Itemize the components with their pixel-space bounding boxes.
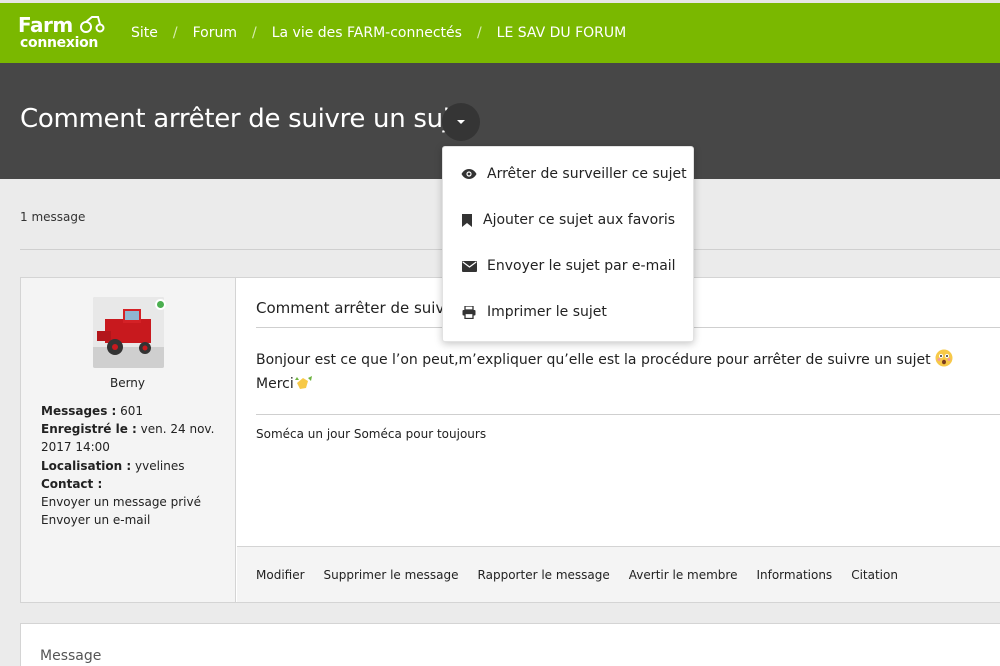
- post-author-name[interactable]: Berny: [21, 376, 234, 390]
- breadcrumb-category[interactable]: La vie des FARM-connectés: [272, 25, 462, 41]
- breadcrumb-site[interactable]: Site: [131, 25, 158, 41]
- tractor-logo-icon: [80, 16, 105, 33]
- breadcrumb-separator: /: [172, 25, 178, 41]
- warn-member-link[interactable]: Avertir le membre: [629, 568, 738, 582]
- send-email-link[interactable]: Envoyer un e-mail: [41, 513, 150, 527]
- edit-post-link[interactable]: Modifier: [256, 568, 305, 582]
- reply-box[interactable]: Message: [20, 623, 1000, 666]
- profile-location: Localisation : yvelines: [41, 458, 185, 473]
- breadcrumb-separator: /: [252, 25, 257, 41]
- menu-item-print-topic[interactable]: Imprimer le sujet: [443, 289, 695, 335]
- profile-registered: Enregistré le : ven. 24 nov. 2017 14:00: [41, 422, 215, 455]
- menu-item-email-topic[interactable]: Envoyer le sujet par e-mail: [443, 243, 695, 289]
- profile-contact: Contact :: [41, 476, 103, 491]
- delete-post-link[interactable]: Supprimer le message: [324, 568, 459, 582]
- menu-item-label: Envoyer le sujet par e-mail: [487, 258, 676, 274]
- breadcrumb: Site / Forum / La vie des FARM-connectés…: [131, 3, 626, 63]
- bookmark-icon: [462, 213, 472, 227]
- clapping-emoji-icon: [294, 376, 312, 389]
- avatar[interactable]: [93, 297, 164, 368]
- printer-icon: [462, 305, 476, 319]
- breadcrumb-forum[interactable]: Forum: [193, 25, 237, 41]
- post-body-line: Bonjour est ce que l’on peut,m’expliquer…: [256, 352, 931, 368]
- post-body-line: Merci: [256, 376, 294, 392]
- divider: [256, 414, 1000, 415]
- post-subject[interactable]: Comment arrêter de suivre: [256, 299, 459, 317]
- caret-down-icon: [457, 120, 465, 124]
- post-author-panel: Berny Messages : 601 Enregistré le : ven…: [21, 278, 236, 602]
- post-signature: Soméca un jour Soméca pour toujours: [256, 427, 487, 441]
- post-actions-bar: Modifier Supprimer le message Rapporter …: [237, 546, 1000, 602]
- menu-item-label: Ajouter ce sujet aux favoris: [483, 212, 676, 228]
- breadcrumb-subforum[interactable]: LE SAV DU FORUM: [497, 25, 627, 41]
- astonished-emoji-icon: [935, 349, 953, 367]
- navbar: Farm connexion Site / Forum / La vie des…: [0, 3, 1000, 63]
- site-logo[interactable]: Farm connexion: [18, 13, 108, 55]
- send-private-message-link[interactable]: Envoyer un message privé: [41, 495, 201, 509]
- logo-text-bottom: connexion: [20, 35, 99, 51]
- avatar-image: [93, 297, 164, 368]
- eye-icon: [461, 169, 477, 179]
- reply-label: Message: [40, 648, 102, 664]
- report-post-link[interactable]: Rapporter le message: [478, 568, 610, 582]
- post-info-link[interactable]: Informations: [756, 568, 832, 582]
- online-status-indicator: [155, 299, 166, 310]
- profile-messages: Messages : 601: [41, 404, 144, 418]
- menu-item-label: Arrêter de surveiller ce sujet: [487, 166, 687, 182]
- menu-item-label: Imprimer le sujet: [487, 304, 607, 320]
- logo-text-top: Farm: [18, 13, 73, 37]
- page-title: Comment arrêter de suivre un sujet: [20, 104, 476, 134]
- menu-item-unwatch-topic[interactable]: Arrêter de surveiller ce sujet: [443, 151, 695, 197]
- envelope-icon: [461, 260, 477, 272]
- author-profile-details: Messages : 601 Enregistré le : ven. 24 n…: [41, 402, 221, 529]
- post-body: Bonjour est ce que l’on peut,m’expliquer…: [256, 348, 1000, 396]
- quote-post-link[interactable]: Citation: [851, 568, 898, 582]
- breadcrumb-separator: /: [476, 25, 482, 41]
- message-count: 1 message: [20, 210, 86, 224]
- topic-tools-dropdown-button[interactable]: [442, 103, 480, 141]
- topic-tools-menu: Arrêter de surveiller ce sujet Ajouter c…: [442, 146, 694, 342]
- menu-item-bookmark-topic[interactable]: Ajouter ce sujet aux favoris: [443, 197, 695, 243]
